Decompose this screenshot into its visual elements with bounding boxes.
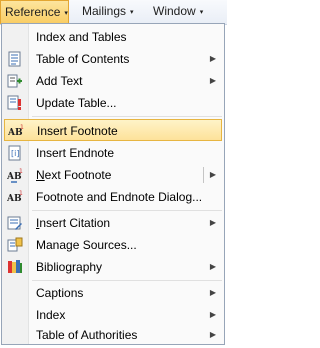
menu-window-label: Window	[153, 4, 196, 18]
menu-item-label: Next Footnote	[36, 164, 111, 186]
submenu-arrow-icon: ▶	[209, 170, 216, 179]
next-footnote-icon: AB 1	[7, 168, 23, 183]
label-rest: nsert Citation	[39, 216, 111, 230]
svg-text:1: 1	[19, 190, 23, 197]
submenu-arrow-icon: ▶	[209, 288, 216, 297]
menu-item-label: Update Table...	[36, 96, 117, 110]
menu-item-update-table[interactable]: Update Table...	[4, 92, 222, 114]
split-separator	[203, 167, 204, 183]
menu-item-label: Index	[36, 308, 66, 322]
menu-mailings-label: Mailings	[82, 4, 127, 18]
access-key: N	[36, 168, 45, 182]
chevron-down-icon: ▾	[130, 9, 134, 16]
menu-reference[interactable]: Reference ▾	[0, 0, 69, 24]
menu-item-label: Insert Footnote	[37, 124, 118, 138]
menu-item-insert-footnote[interactable]: AB 1 Insert Footnote	[4, 119, 222, 141]
svg-text:[i]: [i]	[11, 149, 19, 158]
menu-item-manage-sources[interactable]: Manage Sources...	[4, 234, 222, 256]
table-of-contents-icon	[8, 51, 21, 67]
menu-item-label: Footnote and Endnote Dialog...	[36, 190, 203, 204]
menu-bar: Reference ▾ Mailings ▾ Window ▾	[0, 0, 227, 25]
menu-item-label: Bibliography	[36, 260, 103, 274]
submenu-arrow-icon: ▶	[209, 76, 216, 85]
label-rest: ext Footnote	[44, 168, 112, 182]
menu-window[interactable]: Window ▾	[153, 0, 203, 23]
insert-citation-icon	[7, 216, 22, 230]
menu-separator	[32, 116, 222, 117]
submenu-arrow-icon: ▶	[209, 262, 216, 271]
chevron-down-icon: ▾	[64, 10, 68, 17]
submenu-arrow-icon: ▶	[209, 330, 216, 339]
menu-item-label: Table of Authorities	[36, 328, 138, 342]
menu-separator	[32, 280, 222, 281]
bibliography-icon	[8, 260, 22, 273]
svg-text:1: 1	[19, 168, 23, 175]
menu-item-table-of-authorities[interactable]: Table of Authorities ▶	[4, 324, 222, 346]
menu-item-label: Manage Sources...	[36, 238, 137, 252]
menu-item-index[interactable]: Index ▶	[4, 304, 222, 326]
menu-item-label: Index and Tables	[36, 30, 127, 44]
manage-sources-icon	[7, 237, 23, 252]
menu-item-footnote-endnote-dialog[interactable]: AB 1 Footnote and Endnote Dialog...	[4, 186, 222, 208]
menu-separator	[32, 210, 222, 211]
submenu-arrow-icon: ▶	[209, 54, 216, 63]
reference-dropdown-menu: Index and Tables Table of Contents ▶ Add…	[1, 23, 225, 345]
menu-item-label: Insert Endnote	[36, 146, 115, 160]
insert-footnote-icon: AB 1	[8, 124, 24, 138]
menu-item-label: Captions	[36, 286, 84, 300]
menu-item-next-footnote[interactable]: AB 1 Next Footnote ▶	[4, 164, 222, 186]
menu-item-label: Add Text	[36, 74, 83, 88]
submenu-arrow-icon: ▶	[209, 310, 216, 319]
menu-reference-label: Reference	[5, 5, 61, 19]
svg-text:1: 1	[20, 124, 24, 131]
add-text-icon	[7, 74, 22, 88]
chevron-down-icon: ▾	[199, 9, 204, 16]
menu-item-insert-endnote[interactable]: [i] Insert Endnote	[4, 142, 222, 164]
menu-item-captions[interactable]: Captions ▶	[4, 282, 222, 304]
menu-item-label: Insert Citation	[36, 212, 110, 234]
menu-item-add-text[interactable]: Add Text ▶	[4, 70, 222, 92]
menu-item-table-of-contents[interactable]: Table of Contents ▶	[4, 48, 222, 70]
menu-item-label: Table of Contents	[36, 52, 130, 66]
footnote-dialog-icon: AB 1	[7, 190, 23, 204]
submenu-arrow-icon: ▶	[209, 218, 216, 227]
update-table-icon	[7, 95, 21, 110]
menu-mailings[interactable]: Mailings ▾	[82, 0, 134, 23]
insert-endnote-icon: [i]	[8, 145, 21, 161]
menu-item-bibliography[interactable]: Bibliography ▶	[4, 256, 222, 278]
menu-item-insert-citation[interactable]: Insert Citation ▶	[4, 212, 222, 234]
menu-item-index-and-tables[interactable]: Index and Tables	[4, 26, 222, 48]
